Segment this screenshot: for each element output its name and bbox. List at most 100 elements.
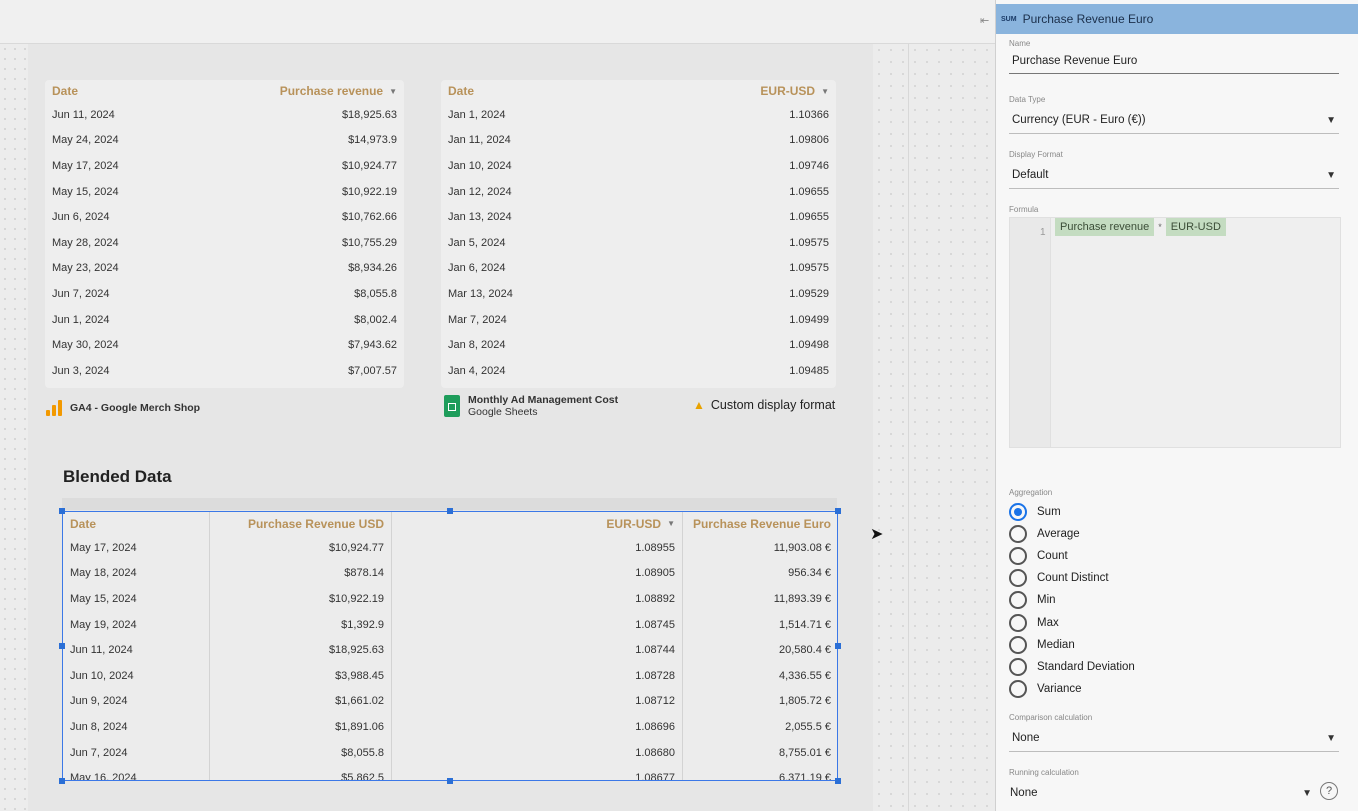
aggregation-option[interactable]: Min bbox=[1009, 591, 1056, 610]
line-gutter bbox=[1010, 218, 1051, 447]
data-type-select[interactable]: Currency (EUR - Euro (€)) bbox=[1012, 114, 1146, 126]
aggregation-option[interactable]: Sum bbox=[1009, 503, 1061, 521]
resize-handle[interactable] bbox=[59, 778, 65, 784]
resize-handle[interactable] bbox=[59, 643, 65, 649]
cell-date: Jun 7, 2024 bbox=[52, 287, 110, 300]
radio-button[interactable] bbox=[1009, 635, 1027, 654]
table-row[interactable]: Mar 13, 2024 1.09529 bbox=[441, 281, 836, 307]
cell-eur-usd: 1.08680 bbox=[392, 739, 683, 766]
radio-button[interactable] bbox=[1009, 569, 1027, 588]
radio-button[interactable] bbox=[1009, 657, 1027, 676]
table-row[interactable]: Jan 11, 2024 1.09806 bbox=[441, 128, 836, 154]
radio-button[interactable] bbox=[1009, 591, 1027, 610]
sort-caret-icon[interactable]: ▼ bbox=[667, 519, 675, 528]
cell-eur-usd: 1.08677 bbox=[392, 765, 683, 780]
eur-usd-table[interactable]: Date EUR-USD ▼ Jan 1, 2024 1.10366 Jan 11,… bbox=[441, 80, 836, 388]
table-row[interactable]: Jan 1, 2024 1.10366 bbox=[441, 102, 836, 128]
column-header-purchase-revenue-usd[interactable]: Purchase Revenue USD bbox=[210, 512, 392, 535]
column-header-eur-usd[interactable]: EUR-USD bbox=[760, 84, 815, 98]
table-row[interactable]: Jan 12, 2024 1.09655 bbox=[441, 179, 836, 205]
column-header-eur-usd[interactable]: EUR-USD ▼ bbox=[392, 512, 683, 535]
column-header-purchase-revenue-euro[interactable]: Purchase Revenue Euro bbox=[683, 512, 837, 535]
radio-button[interactable] bbox=[1009, 547, 1027, 566]
aggregation-option[interactable]: Median bbox=[1009, 635, 1075, 654]
radio-button[interactable] bbox=[1009, 613, 1027, 632]
comparison-underline bbox=[1009, 751, 1339, 752]
table-row[interactable]: Jan 8, 2024 1.09498 bbox=[441, 332, 836, 358]
purchase-revenue-table[interactable]: Date Purchase revenue ▼ Jun 11, 2024 $18,… bbox=[45, 80, 404, 388]
aggregation-option[interactable]: Standard Deviation bbox=[1009, 657, 1135, 676]
formula-field-chip[interactable]: Purchase revenue bbox=[1055, 218, 1155, 236]
cell-date: May 30, 2024 bbox=[52, 339, 119, 352]
resize-handle[interactable] bbox=[835, 643, 841, 649]
dropdown-caret-icon[interactable]: ▼ bbox=[1326, 170, 1336, 181]
column-header-date[interactable]: Date bbox=[63, 512, 210, 535]
column-header-date[interactable]: Date bbox=[448, 84, 474, 98]
table-row[interactable]: May 23, 2024 $8,934.26 bbox=[45, 256, 404, 282]
table-row[interactable]: Jan 6, 2024 1.09575 bbox=[441, 256, 836, 282]
custom-format-warning[interactable]: ▲ Custom display format bbox=[693, 398, 835, 412]
aggregation-option[interactable]: Variance bbox=[1009, 679, 1082, 698]
resize-handle[interactable] bbox=[835, 508, 841, 514]
cell-value: 1.09806 bbox=[789, 134, 829, 147]
aggregation-option[interactable]: Average bbox=[1009, 525, 1080, 544]
name-input[interactable]: Purchase Revenue Euro bbox=[1012, 55, 1137, 67]
cell-date: Jan 4, 2024 bbox=[448, 364, 506, 377]
sort-caret-icon[interactable]: ▼ bbox=[821, 87, 829, 96]
aggregation-option-label: Standard Deviation bbox=[1037, 660, 1135, 673]
cell-revenue-usd: $878.14 bbox=[210, 560, 392, 587]
column-header-date[interactable]: Date bbox=[52, 84, 78, 98]
resize-handle[interactable] bbox=[447, 778, 453, 784]
table-row[interactable]: Jan 5, 2024 1.09575 bbox=[441, 230, 836, 256]
help-icon[interactable]: ? bbox=[1320, 782, 1338, 800]
resize-handle[interactable] bbox=[447, 508, 453, 514]
display-format-select[interactable]: Default bbox=[1012, 169, 1048, 181]
top-toolbar: ⇤ bbox=[0, 0, 995, 44]
formula-field-chip[interactable]: EUR-USD bbox=[1165, 218, 1226, 236]
blended-data-table[interactable]: Date Purchase Revenue USD EUR-USD ▼ Purch… bbox=[62, 511, 838, 781]
table-row[interactable]: May 28, 2024 $10,755.29 bbox=[45, 230, 404, 256]
table-row[interactable]: Mar 7, 2024 1.09499 bbox=[441, 307, 836, 333]
aggregation-option-label: Variance bbox=[1037, 682, 1082, 695]
table-row[interactable]: Jun 3, 2024 $7,007.57 bbox=[45, 358, 404, 384]
cell-eur-usd: 1.08955 bbox=[392, 535, 683, 561]
radio-button[interactable] bbox=[1009, 503, 1027, 521]
dropdown-caret-icon[interactable]: ▼ bbox=[1326, 733, 1336, 744]
sort-caret-icon[interactable]: ▼ bbox=[389, 87, 397, 96]
aggregation-option[interactable]: Count Distinct bbox=[1009, 569, 1109, 588]
table-row[interactable]: Jan 13, 2024 1.09655 bbox=[441, 204, 836, 230]
cell-date: May 17, 2024 bbox=[52, 159, 119, 172]
dropdown-caret-icon[interactable]: ▼ bbox=[1326, 115, 1336, 126]
cell-revenue-euro: 956.34 € bbox=[788, 567, 831, 580]
table-row[interactable]: Jan 4, 2024 1.09485 bbox=[441, 358, 836, 384]
aggregation-option[interactable]: Max bbox=[1009, 613, 1059, 632]
formula-editor[interactable]: 1 Purchase revenue * EUR-USD bbox=[1009, 217, 1341, 448]
table-row[interactable]: May 24, 2024 $14,973.9 bbox=[45, 128, 404, 154]
table-row[interactable]: Jan 10, 2024 1.09746 bbox=[441, 153, 836, 179]
cell-date: Mar 7, 2024 bbox=[448, 313, 507, 326]
table-row[interactable]: Jun 7, 2024 $8,055.8 bbox=[45, 281, 404, 307]
table-row[interactable]: May 15, 2024 $10,922.19 bbox=[45, 179, 404, 205]
cell-eur-usd: 1.08744 bbox=[392, 637, 683, 663]
data-type-label: Data Type bbox=[1009, 95, 1046, 104]
table-row[interactable]: May 30, 2024 $7,943.62 bbox=[45, 332, 404, 358]
aggregation-option[interactable]: Count bbox=[1009, 547, 1068, 566]
collapse-panel-icon[interactable]: ⇤ bbox=[980, 14, 989, 27]
aggregation-option-label: Average bbox=[1037, 528, 1080, 541]
table-row[interactable]: Jun 11, 2024 $18,925.63 bbox=[45, 102, 404, 128]
aggregation-option-label: Min bbox=[1037, 594, 1056, 607]
radio-button[interactable] bbox=[1009, 679, 1027, 698]
radio-button[interactable] bbox=[1009, 525, 1027, 544]
cell-value: 1.09485 bbox=[789, 364, 829, 377]
cell-revenue-euro: 1,514.71 € bbox=[779, 618, 831, 631]
column-header-purchase-revenue[interactable]: Purchase revenue bbox=[280, 84, 383, 98]
table-row[interactable]: May 17, 2024 $10,924.77 bbox=[45, 153, 404, 179]
dropdown-caret-icon[interactable]: ▼ bbox=[1302, 788, 1312, 799]
resize-handle[interactable] bbox=[835, 778, 841, 784]
table-row[interactable]: Jun 1, 2024 $8,002.4 bbox=[45, 307, 404, 333]
table-row[interactable]: Jun 6, 2024 $10,762.66 bbox=[45, 204, 404, 230]
comparison-calculation-select[interactable]: None bbox=[1012, 732, 1040, 744]
running-calculation-select[interactable]: None bbox=[1010, 787, 1038, 799]
google-sheets-icon bbox=[444, 395, 460, 417]
resize-handle[interactable] bbox=[59, 508, 65, 514]
